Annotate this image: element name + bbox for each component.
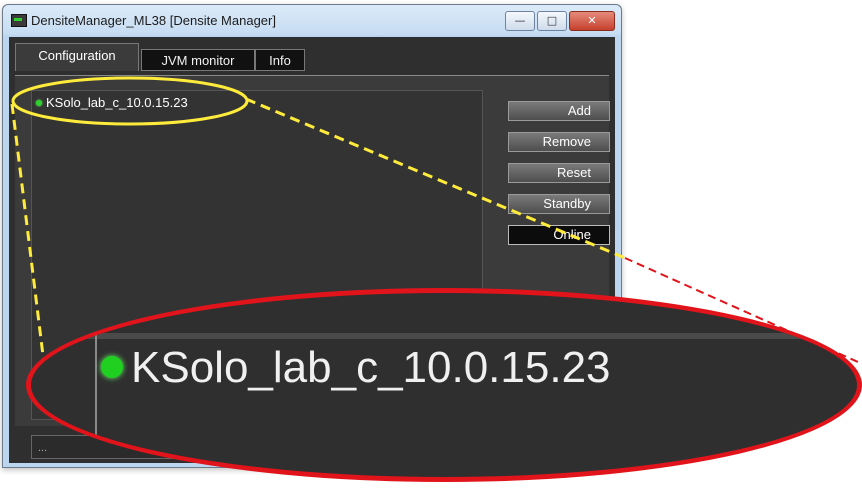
- app-icon: [11, 14, 27, 27]
- tab-configuration[interactable]: Configuration: [15, 43, 139, 71]
- title-bar[interactable]: DensiteManager_ML38 [Densite Manager] — …: [3, 5, 621, 35]
- reset-button[interactable]: Reset: [508, 163, 610, 183]
- remove-button[interactable]: Remove: [508, 132, 610, 152]
- minimize-button[interactable]: —: [505, 11, 535, 31]
- standby-button[interactable]: Standby: [508, 194, 610, 214]
- online-button[interactable]: Online: [508, 225, 610, 245]
- tab-jvm-monitor[interactable]: JVM monitor: [141, 49, 255, 71]
- list-item-label: KSolo_lab_c_10.0.15.23: [46, 95, 188, 110]
- status-led-icon: [36, 100, 42, 106]
- status-led-icon: [101, 356, 123, 378]
- maximize-button[interactable]: □: [537, 11, 567, 31]
- zoomed-list-item: KSolo_lab_c_10.0.15.23: [101, 343, 611, 393]
- add-button[interactable]: Add: [508, 101, 610, 121]
- close-button[interactable]: ✕: [569, 11, 615, 31]
- zoom-callout: KSolo_lab_c_10.0.15.23: [26, 288, 862, 482]
- tab-info[interactable]: Info: [255, 49, 305, 71]
- zoom-list-border: [95, 333, 97, 477]
- zoomed-list-item-label: KSolo_lab_c_10.0.15.23: [131, 343, 611, 392]
- window-title: DensiteManager_ML38 [Densite Manager]: [31, 13, 276, 28]
- zoom-panel-edge: [31, 333, 857, 339]
- list-item[interactable]: KSolo_lab_c_10.0.15.23: [36, 95, 188, 110]
